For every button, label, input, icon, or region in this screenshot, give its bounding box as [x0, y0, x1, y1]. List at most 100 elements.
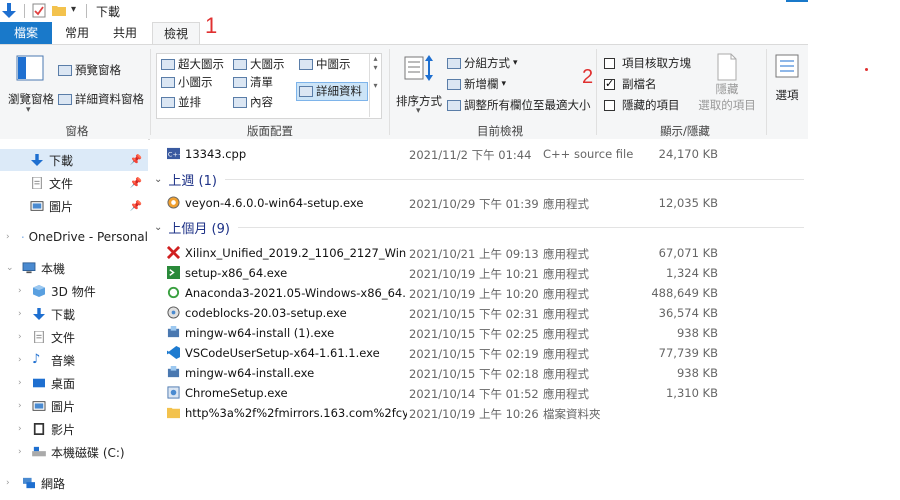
table-row[interactable]: http%3a%2f%2fmirrors.163.com%2fcy... 202… — [150, 403, 808, 423]
ribbon-tabs: 檔案 常用 共用 檢視 — [0, 22, 808, 45]
nav-item-documents[interactable]: › 文件 — [0, 326, 148, 348]
music-note-icon: ♪ — [32, 352, 41, 367]
chevron-down-icon[interactable]: ⌄ — [6, 263, 14, 273]
table-row[interactable]: codeblocks-20.03-setup.exe 2021/10/15 下午… — [150, 303, 808, 323]
cube-icon — [33, 285, 45, 297]
cloud-icon — [22, 236, 24, 238]
list-icon — [233, 76, 247, 88]
quick-access-dropdown-icon[interactable]: ▾ — [71, 4, 76, 15]
nav-item-onedrive[interactable]: › OneDrive - Personal — [0, 226, 148, 248]
computer-icon — [22, 262, 36, 274]
explorer-window: ▾ 下載 檔案 常用 共用 檢視 1 瀏覽窗格 ▾ 預覽窗格 詳細資料窗格 窗格 — [0, 0, 808, 500]
nav-item-network[interactable]: › 網路 — [0, 472, 148, 494]
chevron-down-icon: ⌄ — [154, 173, 163, 185]
layout-small-icons[interactable]: 小圖示 — [161, 74, 213, 90]
layout-details[interactable]: 詳細資料 — [299, 83, 362, 99]
layout-scroll[interactable]: ▴ ▾ ▾ — [369, 54, 381, 117]
hidden-items-toggle[interactable]: 隱藏的項目 — [604, 97, 680, 113]
pin-icon[interactable]: 📌 — [130, 155, 142, 166]
chevron-right-icon[interactable]: › — [18, 378, 22, 388]
medium-icons-icon — [299, 58, 313, 70]
preview-pane-button[interactable]: 預覽窗格 — [58, 62, 121, 78]
video-icon — [33, 423, 45, 435]
tab-home[interactable]: 常用 — [56, 22, 98, 44]
extensions-toggle[interactable]: 副檔名 — [604, 76, 657, 92]
layout-extra-large-icons[interactable]: 超大圖示 — [161, 56, 224, 72]
window-edge-accent — [786, 0, 808, 2]
chevron-right-icon[interactable]: › — [18, 447, 22, 457]
table-row[interactable]: mingw-w64-install.exe 2021/10/15 下午 02:1… — [150, 363, 808, 383]
item-checkboxes-toggle[interactable]: 項目核取方塊 — [604, 55, 691, 71]
fit-columns-button[interactable]: 調整所有欄位至最適大小 — [447, 97, 591, 113]
layout-content[interactable]: 內容 — [233, 94, 273, 110]
nav-item-local-disk-c[interactable]: › 本機磁碟 (C:) — [0, 441, 148, 463]
layout-large-icons[interactable]: 大圖示 — [233, 56, 285, 72]
properties-icon[interactable] — [32, 3, 46, 18]
table-row[interactable]: VSCodeUserSetup-x64-1.61.1.exe 2021/10/1… — [150, 343, 808, 363]
table-row[interactable]: ChromeSetup.exe 2021/10/14 下午 01:52 應用程式… — [150, 383, 808, 403]
chevron-down-icon: ▾ — [501, 79, 507, 89]
installer-icon — [167, 326, 180, 338]
details-pane-button[interactable]: 詳細資料窗格 — [58, 91, 144, 107]
chevron-right-icon[interactable]: › — [18, 401, 22, 411]
sort-by-button[interactable]: 排序方式 ▾ — [394, 51, 444, 117]
desktop-icon — [33, 378, 45, 388]
layout-list[interactable]: 清單 — [233, 74, 273, 90]
add-columns-button[interactable]: 新增欄 ▾ — [447, 76, 506, 92]
nav-item-downloads-pinned[interactable]: 下載 📌 — [0, 149, 148, 171]
ribbon-view: 瀏覽窗格 ▾ 預覽窗格 詳細資料窗格 窗格 超大圖示 大圖示 中圖示 小圖示 清… — [0, 44, 808, 140]
tab-share[interactable]: 共用 — [104, 22, 146, 44]
nav-item-music[interactable]: › ♪ 音樂 — [0, 349, 148, 371]
group-header-last-month[interactable]: ⌄ 上個月 (9) — [154, 217, 804, 237]
chevron-right-icon[interactable]: › — [18, 424, 22, 434]
options-button[interactable]: 選項 — [770, 53, 804, 119]
nav-item-this-pc[interactable]: ⌄ 本機 — [0, 257, 148, 279]
nav-item-documents-pinned[interactable]: 文件 📌 — [0, 172, 148, 194]
chevron-right-icon[interactable]: › — [18, 286, 22, 296]
details-icon — [299, 85, 313, 97]
chevron-right-icon[interactable]: › — [18, 332, 22, 342]
veyon-icon — [167, 196, 180, 209]
nav-item-downloads[interactable]: › 下載 — [0, 303, 148, 325]
checkbox-unchecked — [604, 99, 615, 111]
tiles-icon — [161, 96, 175, 108]
anaconda-icon — [167, 286, 180, 299]
folder-icon — [167, 407, 180, 419]
sort-icon — [404, 55, 433, 81]
chevron-right-icon[interactable]: › — [6, 232, 10, 242]
layout-medium-icons[interactable]: 中圖示 — [299, 56, 351, 72]
fit-columns-icon — [447, 99, 461, 111]
nav-pane-button[interactable]: 瀏覽窗格 ▾ — [6, 49, 54, 119]
chrome-setup-icon — [167, 386, 180, 399]
installer-icon — [167, 366, 180, 378]
table-row[interactable]: veyon-4.6.0.0-win64-setup.exe 2021/10/29… — [150, 193, 808, 213]
group-by-button[interactable]: 分組方式 ▾ — [447, 55, 518, 71]
group-header-last-week[interactable]: ⌄ 上週 (1) — [154, 169, 804, 189]
drive-icon — [32, 446, 46, 457]
hide-selected-button[interactable]: 隱藏 選取的項目 — [694, 53, 760, 119]
table-row[interactable]: mingw-w64-install (1).exe 2021/10/15 下午 … — [150, 323, 808, 343]
group-label-show-hide: 顯示/隱藏 — [660, 124, 710, 138]
chevron-right-icon[interactable]: › — [18, 355, 22, 365]
nav-item-pictures[interactable]: › 圖片 — [0, 395, 148, 417]
xilinx-icon — [167, 246, 180, 259]
layout-tiles[interactable]: 並排 — [161, 94, 201, 110]
chevron-right-icon[interactable]: › — [6, 478, 10, 488]
pin-icon[interactable]: 📌 — [130, 201, 142, 212]
nav-item-3d-objects[interactable]: › 3D 物件 — [0, 280, 148, 302]
new-folder-icon[interactable] — [52, 4, 66, 17]
nav-item-videos[interactable]: › 影片 — [0, 418, 148, 440]
table-row[interactable]: C++ 13343.cpp 2021/11/2 下午 01:44 C++ sou… — [150, 144, 808, 164]
table-row[interactable]: Xilinx_Unified_2019.2_1106_2127_Win... 2… — [150, 243, 808, 263]
pin-icon[interactable]: 📌 — [130, 178, 142, 189]
nav-item-desktop[interactable]: › 桌面 — [0, 372, 148, 394]
table-row[interactable]: setup-x86_64.exe 2021/10/19 上午 10:21 應用程… — [150, 263, 808, 283]
network-icon — [23, 477, 35, 489]
table-row[interactable]: Anaconda3-2021.05-Windows-x86_64... 2021… — [150, 283, 808, 303]
chevron-down-icon: ▾ — [416, 106, 421, 116]
chevron-right-icon[interactable]: › — [18, 309, 22, 319]
nav-item-pictures-pinned[interactable]: 圖片 📌 — [0, 195, 148, 217]
tab-file[interactable]: 檔案 — [0, 22, 52, 44]
vscode-icon — [167, 346, 180, 359]
tab-view[interactable]: 檢視 — [152, 22, 200, 45]
